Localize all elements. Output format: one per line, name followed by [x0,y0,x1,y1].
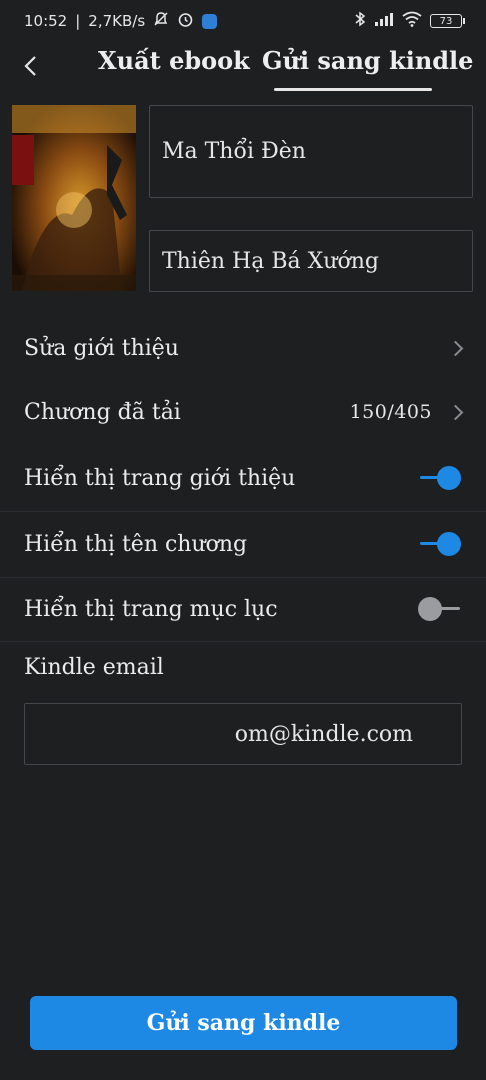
battery-level: 73 [439,15,453,27]
show-toc-page-toggle[interactable] [418,596,464,622]
status-network-speed: 2,7KB/s [88,12,146,30]
chevron-right-icon [450,338,462,358]
show-chapter-name-toggle[interactable] [420,531,464,557]
wifi-icon [402,11,422,31]
tab-send-to-kindle[interactable]: Gửi sang kindle [262,46,473,75]
book-title-value: Thiên Hạ Bá Xướng [162,248,379,274]
chevron-right-icon [450,402,462,422]
toggle-knob [418,597,442,621]
alarm-icon [177,11,194,32]
header: Xuất ebook Gửi sang kindle [0,42,486,94]
book-cover[interactable] [12,105,136,291]
author-field[interactable]: Ma Thổi Đèn [149,105,473,198]
show-toc-page-row: Hiển thị trang mục lục [0,578,486,640]
back-button[interactable] [18,50,42,82]
show-intro-page-label: Hiển thị trang giới thiệu [24,465,296,491]
toggle-knob [437,466,461,490]
kindle-email-field[interactable]: om@kindle.com [24,703,462,765]
show-intro-page-toggle[interactable] [420,465,464,491]
edit-intro-label: Sửa giới thiệu [24,335,179,361]
chevron-left-icon [24,56,36,76]
app-notification-icon [202,13,218,29]
show-toc-page-label: Hiển thị trang mục lục [24,596,278,622]
author-value: Ma Thổi Đèn [162,139,306,164]
show-chapter-name-label: Hiển thị tên chương [24,531,248,557]
signal-icon [374,12,394,30]
status-time: 10:52 [24,12,68,30]
notifications-muted-icon [153,11,169,31]
divider [0,641,486,642]
toggle-knob [437,532,461,556]
show-chapter-name-row: Hiển thị tên chương [0,512,486,576]
tab-export-ebook[interactable]: Xuất ebook [98,46,250,75]
book-title-field[interactable]: Thiên Hạ Bá Xướng [149,230,473,292]
status-separator: | [75,12,81,30]
downloaded-chapters-row[interactable]: Chương đã tải 150/405 [0,380,486,444]
send-to-kindle-button[interactable]: Gửi sang kindle [30,996,457,1050]
active-tab-indicator [274,88,432,91]
status-bar: 10:52 | 2,7KB/s 73 [0,0,486,42]
bluetooth-icon [354,11,366,31]
show-intro-page-row: Hiển thị trang giới thiệu [0,446,486,510]
edit-intro-row[interactable]: Sửa giới thiệu [0,316,486,380]
downloaded-chapters-value: 150/405 [349,401,432,423]
kindle-email-label: Kindle email [24,655,164,680]
battery-icon: 73 [430,14,465,28]
downloaded-chapters-label: Chương đã tải [24,399,181,425]
kindle-email-value: om@kindle.com [234,721,413,747]
